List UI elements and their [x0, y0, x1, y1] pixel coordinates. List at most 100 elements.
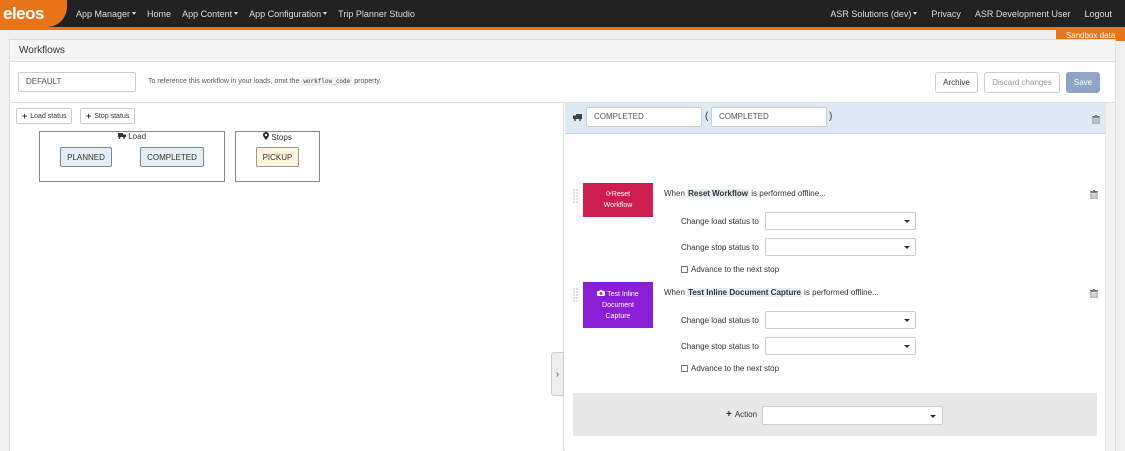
camera-icon	[597, 289, 606, 296]
discard-changes-button[interactable]: Discard changes	[984, 72, 1060, 93]
truck-icon	[573, 114, 582, 121]
change-load-status-select[interactable]	[765, 311, 916, 329]
add-action-bar: + Action	[573, 393, 1097, 436]
dropdown-caret-icon	[904, 319, 910, 322]
eleos-logo[interactable]: eleos	[0, 0, 67, 27]
top-navbar: eleos App Manager Home App Content App C…	[0, 0, 1125, 27]
dropdown-caret-icon	[930, 415, 936, 418]
nav-app-content-label: App Content	[182, 8, 233, 19]
reset-tile-title: Reset	[611, 191, 631, 198]
nav-app-content[interactable]: App Content	[182, 8, 239, 19]
add-action-label: + Action	[726, 409, 757, 420]
nav-app-configuration[interactable]: App Configuration	[249, 8, 328, 19]
nav-left: App Manager Home App Content App Configu…	[76, 9, 426, 19]
nav-home-label: Home	[147, 8, 172, 19]
advance-next-stop-row: Advance to the next stop	[681, 364, 779, 373]
plus-icon: +	[22, 111, 28, 121]
add-load-status-label: Load status	[30, 112, 67, 120]
when-prefix: When	[664, 189, 685, 198]
caret-down-icon	[913, 12, 918, 15]
advance-next-stop-checkbox[interactable]	[681, 365, 688, 372]
close-paren: )	[829, 111, 833, 122]
add-load-status-button[interactable]: + Load status	[16, 108, 73, 124]
capture-tile-title: Test Inline	[607, 290, 639, 298]
dropdown-caret-icon	[904, 345, 910, 348]
page-title: Workflows	[19, 45, 65, 56]
dropdown-caret-icon	[904, 220, 910, 223]
map-marker-icon	[263, 132, 270, 140]
advance-next-stop-checkbox[interactable]	[681, 266, 688, 273]
drag-handle-icon[interactable]	[573, 288, 578, 302]
add-action-select[interactable]	[762, 406, 943, 425]
nav-logout[interactable]: Logout	[1084, 9, 1112, 19]
workflow-code-hint: To reference this workflow in your loads…	[148, 77, 382, 86]
document-capture-tile-line1: Test Inline	[597, 289, 639, 300]
nav-logout-label: Logout	[1084, 8, 1112, 19]
workflow-toolbar: DEFAULT To reference this workflow in yo…	[10, 62, 1115, 102]
stop-status-pickup[interactable]: PICKUP	[256, 147, 299, 167]
hint-text-after: property.	[354, 78, 382, 85]
change-stop-status-select[interactable]	[765, 238, 916, 256]
hint-code: workflow_code	[301, 77, 353, 86]
save-button[interactable]: Save	[1066, 72, 1100, 93]
stops-group-label: Stops	[271, 133, 292, 142]
add-action-text: Action	[734, 410, 758, 419]
workflow-code-input[interactable]: DEFAULT	[18, 72, 136, 92]
action-name: Test Inline Document Capture	[687, 288, 802, 297]
reset-tile-subtitle: Workflow	[603, 202, 633, 209]
workflows-panel: Workflows DEFAULT To reference this work…	[9, 39, 1116, 451]
advance-next-stop-label: Advance to the next stop	[691, 364, 780, 373]
change-load-status-label: Change load status to	[681, 316, 759, 325]
change-load-status-label: Change load status to	[681, 217, 759, 226]
collapse-pane-toggle[interactable]: ›	[551, 352, 564, 396]
status-code-input[interactable]: COMPLETED	[586, 107, 702, 127]
delete-status-trash-icon[interactable]	[1092, 115, 1100, 124]
nav-privacy[interactable]: Privacy	[931, 9, 961, 19]
caret-down-icon	[132, 12, 137, 15]
nav-user[interactable]: ASR Development User	[975, 9, 1071, 19]
load-group-label: Load	[128, 132, 147, 141]
scrollbar[interactable]	[1105, 103, 1115, 451]
change-stop-status-label: Change stop status to	[681, 342, 759, 351]
reset-workflow-tile[interactable]: ⟳Reset Workflow	[583, 183, 653, 217]
change-stop-status-select[interactable]	[765, 337, 916, 355]
when-suffix: is performed offline...	[751, 189, 826, 198]
add-stop-status-label: Stop status	[94, 112, 130, 120]
action-name: Reset Workflow	[687, 189, 750, 198]
dropdown-caret-icon	[904, 246, 910, 249]
change-load-status-select[interactable]	[765, 212, 916, 230]
document-capture-tile[interactable]: Test Inline Document Capture	[583, 282, 653, 328]
plus-icon: +	[86, 111, 92, 121]
archive-button[interactable]: Archive	[935, 72, 978, 93]
load-group-title: Load	[40, 132, 224, 142]
status-label-input[interactable]: COMPLETED	[711, 107, 827, 127]
nav-home[interactable]: Home	[147, 9, 171, 19]
delete-action-trash-icon[interactable]	[1090, 289, 1098, 298]
when-suffix: is performed offline...	[804, 288, 879, 297]
nav-user-label: ASR Development User	[974, 8, 1071, 19]
status-diagram-pane: + Load status + Stop status Load PLANNED…	[10, 103, 564, 451]
nav-privacy-label: Privacy	[931, 8, 961, 19]
status-editor-header: COMPLETED ( COMPLETED )	[565, 103, 1115, 134]
plus-icon: +	[726, 409, 732, 420]
nav-app-manager[interactable]: App Manager	[76, 8, 137, 19]
add-stop-status-button[interactable]: + Stop status	[80, 108, 136, 124]
stops-group-title: Stops	[236, 132, 319, 143]
nav-trip-planner-studio[interactable]: Trip Planner Studio	[338, 9, 415, 19]
load-status-planned[interactable]: PLANNED	[60, 147, 112, 167]
hint-text-before: To reference this workflow in your loads…	[148, 78, 300, 85]
panel-heading: Workflows	[10, 40, 1115, 62]
nav-app-configuration-label: App Configuration	[249, 8, 322, 19]
delete-action-trash-icon[interactable]	[1090, 190, 1098, 199]
truck-icon	[117, 133, 126, 139]
load-status-completed[interactable]: COMPLETED	[140, 147, 204, 167]
advance-next-stop-row: Advance to the next stop	[681, 265, 779, 274]
drag-handle-icon[interactable]	[573, 189, 578, 203]
nav-right: ASR Solutions (dev) Privacy ASR Developm…	[816, 0, 1112, 27]
nav-organization-menu[interactable]: ASR Solutions (dev)	[830, 9, 918, 19]
change-stop-status-label: Change stop status to	[681, 243, 759, 252]
status-editor-pane: COMPLETED ( COMPLETED ) ⟳Reset Workflow …	[565, 103, 1115, 451]
nav-app-manager-label: App Manager	[76, 8, 131, 19]
when-prefix: When	[664, 288, 685, 297]
reset-workflow-when-text: When Reset Workflow is performed offline…	[664, 189, 826, 198]
